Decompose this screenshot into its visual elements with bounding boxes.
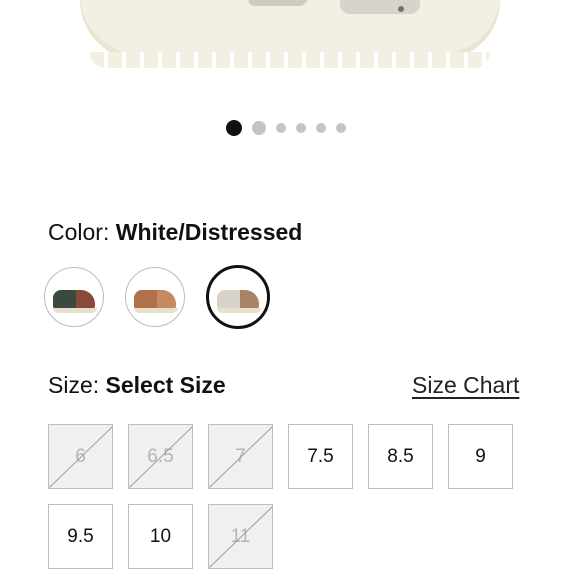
size-option-6-5: 6.5 xyxy=(128,424,193,489)
color-label-text: Color: xyxy=(48,219,110,245)
carousel-dot[interactable] xyxy=(276,123,286,133)
size-option-7: 7 xyxy=(208,424,273,489)
size-option-7-5[interactable]: 7.5 xyxy=(288,424,353,489)
sandal-thumbnail-sole xyxy=(217,308,261,313)
selected-color: White/Distressed xyxy=(115,219,303,245)
size-option-8-5[interactable]: 8.5 xyxy=(368,424,433,489)
size-option-11: 11 xyxy=(208,504,273,569)
selected-size: Select Size xyxy=(105,372,226,398)
sandal-thumbnail xyxy=(217,290,259,310)
color-swatches xyxy=(44,265,270,329)
product-image[interactable] xyxy=(0,0,580,110)
size-option-9[interactable]: 9 xyxy=(448,424,513,489)
color-swatch-tan-sandal[interactable] xyxy=(125,267,185,327)
color-label: Color: White/Distressed xyxy=(48,219,302,246)
size-chart-link[interactable]: Size Chart xyxy=(412,372,519,399)
sandal-thumbnail xyxy=(53,290,95,310)
carousel-dot[interactable] xyxy=(316,123,326,133)
size-label-text: Size: xyxy=(48,372,100,398)
size-option-9-5[interactable]: 9.5 xyxy=(48,504,113,569)
sandal-thumbnail-sole xyxy=(134,308,178,313)
size-option-10[interactable]: 10 xyxy=(128,504,193,569)
size-label: Size: Select Size xyxy=(48,372,226,399)
carousel-dot[interactable] xyxy=(296,123,306,133)
size-option-6: 6 xyxy=(48,424,113,489)
carousel-dot[interactable] xyxy=(336,123,346,133)
sandal-sole xyxy=(80,0,500,60)
sandal-stud xyxy=(398,6,404,12)
sandal-thumbnail xyxy=(134,290,176,310)
color-swatch-dark-green-sandal[interactable] xyxy=(44,267,104,327)
carousel-dot[interactable] xyxy=(252,121,266,135)
color-swatch-white-distressed-sandal[interactable] xyxy=(206,265,270,329)
size-options: 6 6.5 7 7.5 8.5 9 9.5 10 11 xyxy=(48,424,513,569)
sandal-thumbnail-sole xyxy=(53,308,97,313)
carousel-dot[interactable] xyxy=(226,120,242,136)
sandal-strap xyxy=(340,0,420,14)
carousel-pagination xyxy=(226,120,346,136)
sandal-sole-ridges xyxy=(90,52,490,68)
